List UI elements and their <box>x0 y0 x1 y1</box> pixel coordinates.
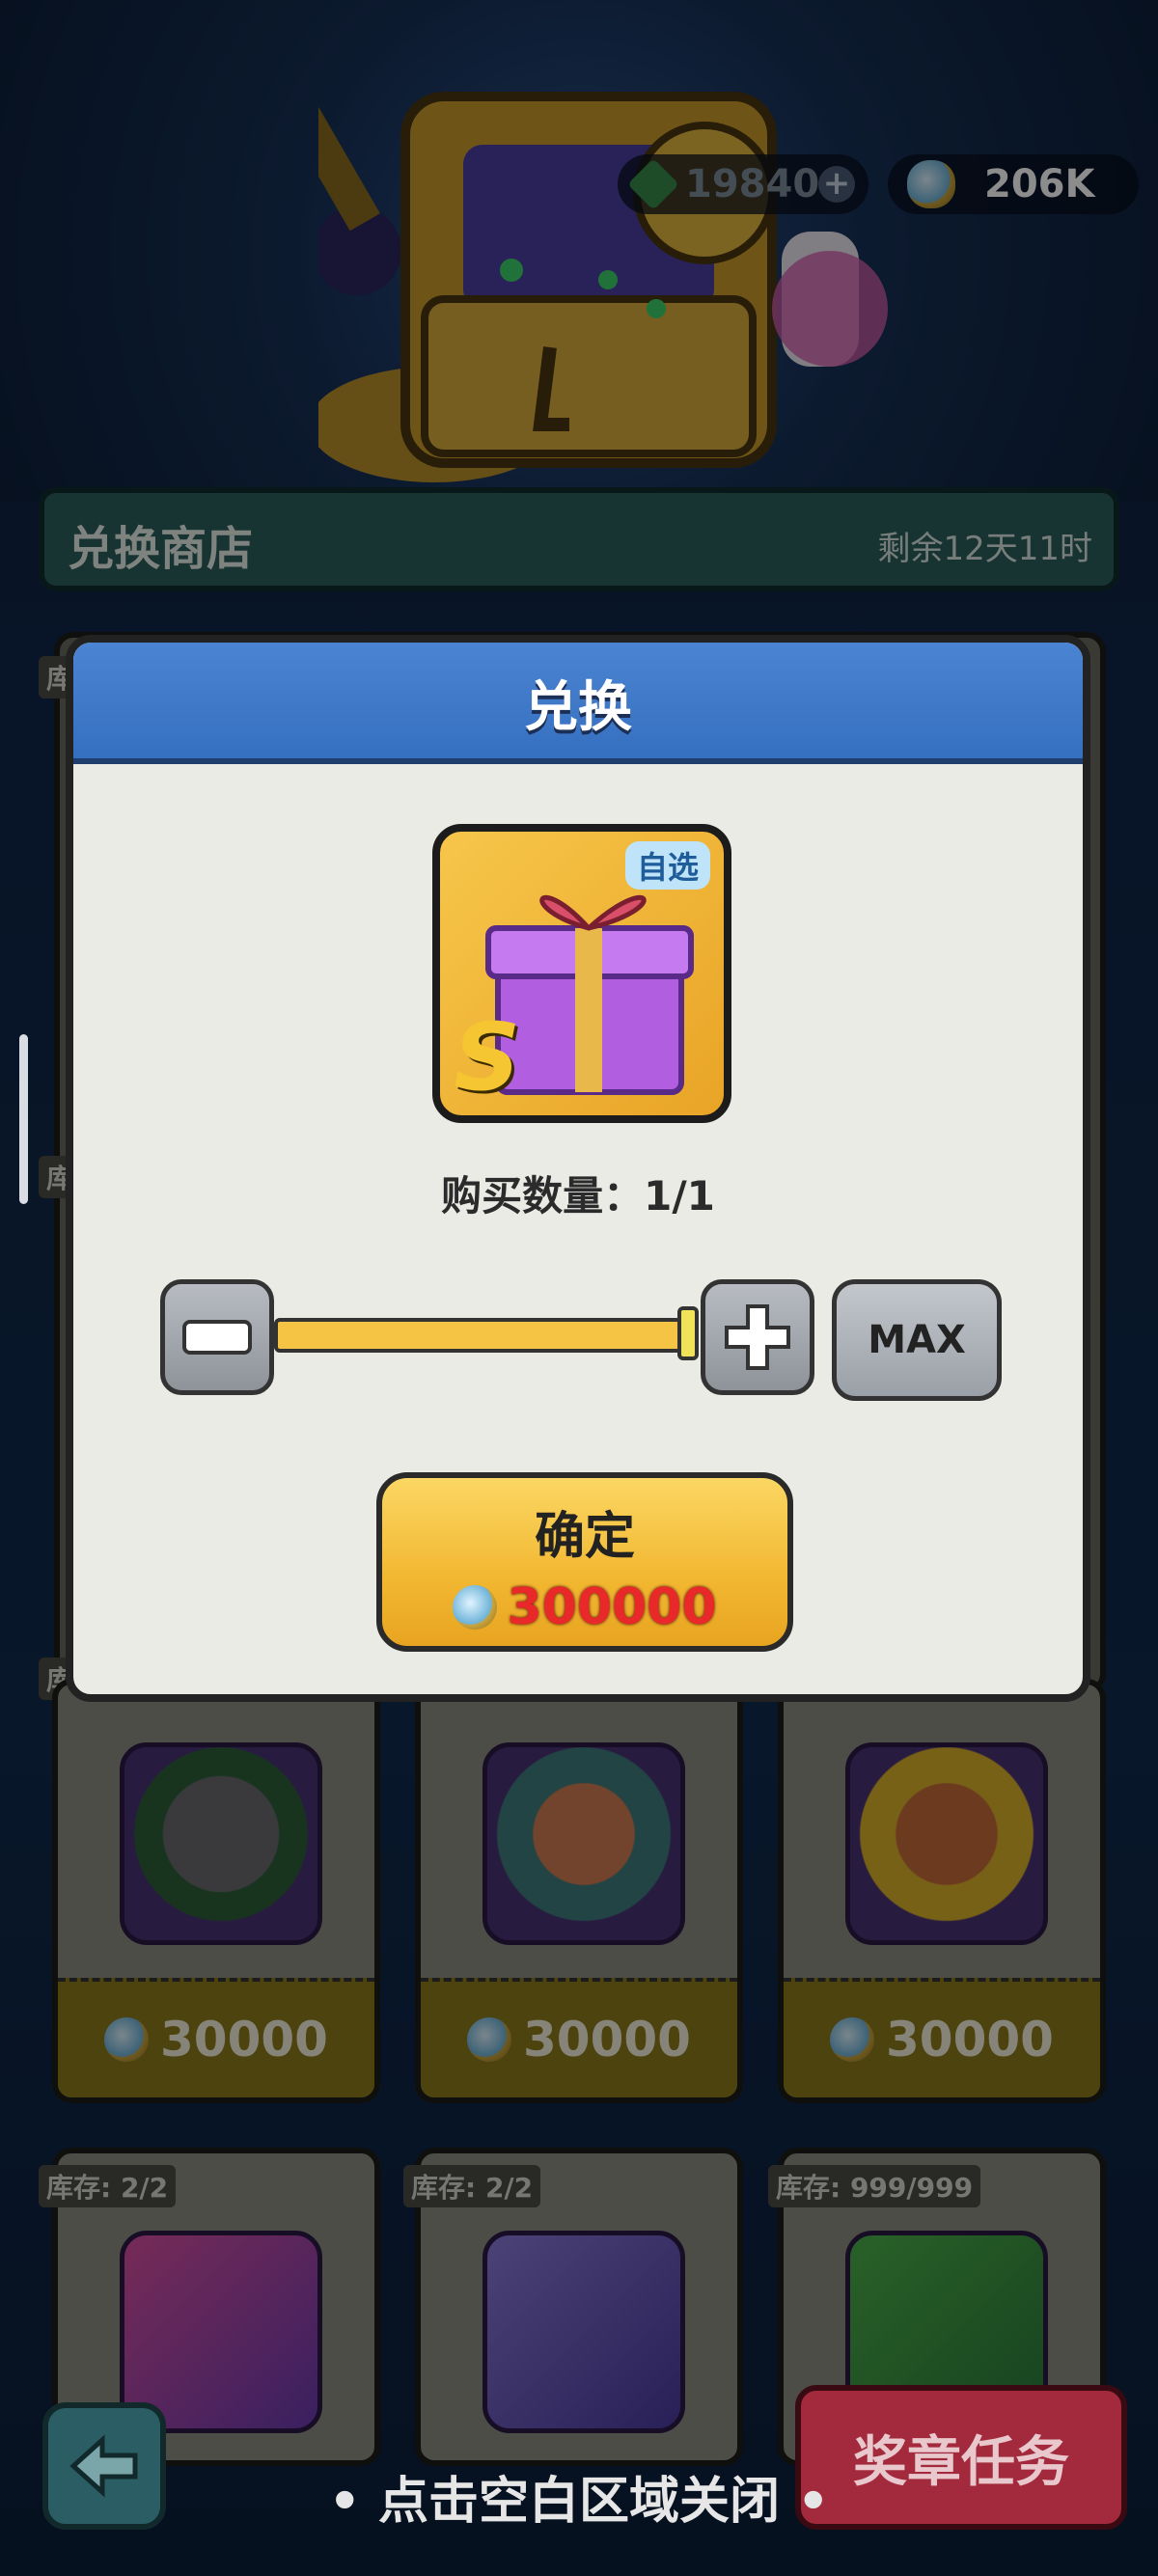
max-button[interactable]: MAX <box>832 1279 1002 1401</box>
confirm-button[interactable]: 确定 300000 <box>376 1472 793 1652</box>
quantity-slider[interactable] <box>274 1318 699 1353</box>
minus-icon <box>182 1320 252 1355</box>
confirm-cost: 300000 <box>382 1578 787 1636</box>
coin-icon <box>453 1585 498 1630</box>
plus-icon <box>725 1304 790 1370</box>
grade-letter: S <box>454 1003 521 1111</box>
increase-button[interactable] <box>701 1279 814 1395</box>
slider-handle[interactable] <box>677 1306 699 1360</box>
cost-amount: 300000 <box>507 1578 717 1636</box>
close-hint: • 点击空白区域关闭 • <box>328 2473 830 2531</box>
purchase-quantity: 购买数量：1/1 <box>441 1172 715 1219</box>
optional-tag: 自选 <box>624 841 710 890</box>
scrollbar[interactable] <box>19 1034 28 1204</box>
exchange-dialog: 兑换 S 自选 购买数量：1/1 MAX 确定 300000 <box>66 635 1090 1702</box>
confirm-label: 确定 <box>534 1508 635 1566</box>
dialog-title: 兑换 <box>524 676 632 739</box>
decrease-button[interactable] <box>160 1279 274 1395</box>
dialog-header: 兑换 <box>73 643 1083 764</box>
reward-item[interactable]: S 自选 <box>432 824 731 1123</box>
